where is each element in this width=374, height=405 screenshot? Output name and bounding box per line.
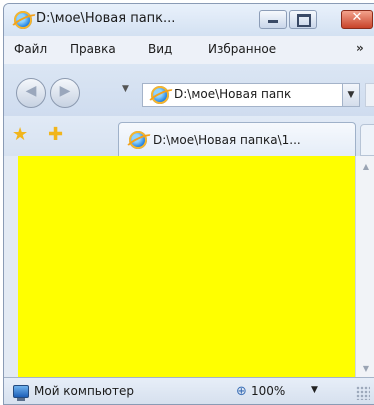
menu-overflow-button[interactable]: »	[356, 41, 364, 55]
computer-icon	[13, 385, 29, 401]
favorites-star-icon[interactable]: ★	[12, 126, 28, 144]
menu-file[interactable]: Файл	[14, 42, 47, 56]
address-dropdown-button[interactable]: ▼	[342, 84, 359, 106]
vertical-scrollbar[interactable]: ▲ ▼	[355, 156, 374, 377]
tab-current[interactable]: D:\мое\Новая папка\1...	[118, 122, 356, 156]
maximize-button[interactable]	[289, 10, 317, 29]
close-button[interactable]: ✕	[341, 10, 373, 29]
new-tab-button[interactable]	[360, 124, 374, 156]
address-input[interactable]: D:\мое\Новая папк	[174, 87, 291, 101]
menu-bar: Файл Правка Вид Избранное »	[4, 36, 374, 64]
menu-edit[interactable]: Правка	[70, 42, 116, 56]
back-arrow-icon: ◀	[25, 83, 37, 99]
title-bar: D:\мое\Новая папк... ✕	[4, 4, 374, 36]
address-bar[interactable]: D:\мое\Новая папк ▼	[142, 83, 360, 107]
add-favorites-star-icon[interactable]: ✚	[48, 126, 63, 144]
menu-favorites[interactable]: Избранное	[208, 42, 276, 56]
tab-title: D:\мое\Новая папка\1...	[153, 133, 301, 147]
scroll-up-icon[interactable]: ▲	[356, 162, 374, 171]
navigation-bar: ◀ ▶ ▼ D:\мое\Новая папк ▼	[4, 64, 374, 116]
window-title: D:\мое\Новая папк...	[36, 11, 176, 26]
forward-button[interactable]: ▶	[50, 78, 80, 108]
resize-grip[interactable]	[356, 386, 370, 400]
content-left-border	[4, 156, 19, 377]
status-bar: Мой компьютер ⊕ 100% ▼	[4, 377, 374, 404]
browser-window: D:\мое\Новая папк... ✕ Файл Правка Вид И…	[3, 3, 374, 405]
menu-view[interactable]: Вид	[148, 42, 172, 56]
page-icon	[151, 86, 169, 104]
status-zone: Мой компьютер	[34, 384, 134, 398]
ie-icon	[14, 11, 32, 29]
maximize-icon	[297, 14, 311, 27]
back-button[interactable]: ◀	[16, 78, 46, 108]
tab-bar: ★ ✚ D:\мое\Новая папка\1...	[4, 116, 374, 157]
minimize-icon	[268, 20, 278, 23]
search-box-edge[interactable]	[365, 83, 374, 107]
zoom-icon[interactable]: ⊕	[236, 384, 247, 399]
page-content	[18, 156, 355, 377]
minimize-button[interactable]	[259, 10, 287, 29]
zoom-level[interactable]: 100%	[251, 384, 285, 398]
zoom-dropdown-icon[interactable]: ▼	[311, 385, 318, 395]
tab-page-icon	[129, 131, 147, 149]
forward-arrow-icon: ▶	[59, 83, 71, 99]
close-icon: ✕	[351, 10, 363, 25]
scroll-down-icon[interactable]: ▼	[356, 364, 374, 373]
history-dropdown-icon[interactable]: ▼	[122, 84, 129, 94]
